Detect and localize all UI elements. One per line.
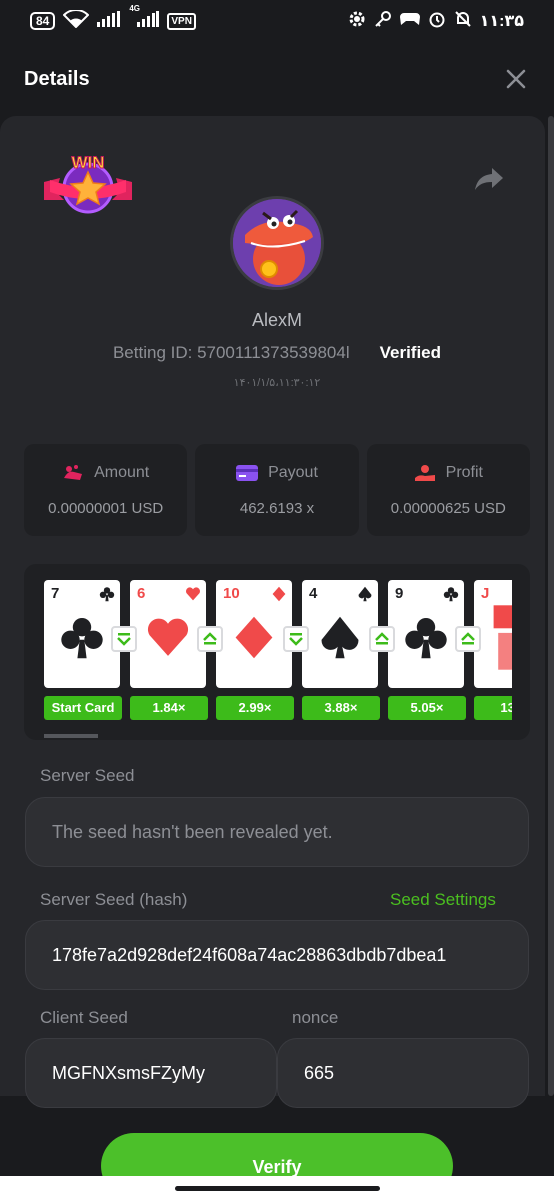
cards-track[interactable]: 7 Start Card 6 1.84× 10 2.99× 4 3.88× 9 5.05× J 13.… [44,580,512,720]
share-button[interactable] [474,166,506,194]
lower-arrow-icon [283,626,309,652]
lower-arrow-icon [111,626,137,652]
close-button[interactable] [502,65,530,93]
club-suit-icon [59,615,105,666]
server-seed-hash-field[interactable]: 178fe7a2d928def24f608a74ac28863dbdb7dbea… [25,920,529,990]
betting-info-row: Betting ID: 5700111373539804l Verified [0,343,554,363]
settings-icon [348,10,366,33]
bet-stats: Amount 0.00000001 USD Payout 462.6193 x … [24,444,530,536]
nonce-label: nonce [292,1008,339,1027]
spade-suit-icon [317,615,363,666]
stat-payout-head: Payout [236,464,318,482]
stat-value: 0.00000001 USD [48,499,164,517]
home-handle[interactable] [175,1186,380,1191]
alarm-icon [428,10,446,33]
club-small-icon [443,586,459,607]
higher-arrow-icon [197,626,223,652]
share-icon [475,168,503,190]
card-rank: 7 [51,585,60,602]
multiplier-label: 13.1 [474,696,512,720]
playing-card: 7 [44,580,120,688]
higher-arrow-icon [369,626,395,652]
gamepad-icon [399,11,420,32]
status-bar: 84 4G VPN ۱۱:۳۵ [0,0,554,42]
mute-icon [454,10,472,33]
server-seed-field[interactable]: The seed hasn't been revealed yet. [25,797,529,867]
details-header: Details [0,42,554,116]
jack-suit-icon [489,601,512,680]
avatar [230,196,324,290]
stat-profit-head: Profit [414,464,483,482]
higher-arrow-icon [455,626,481,652]
spade-small-icon [357,586,373,607]
server-seed-label: Server Seed [40,766,135,785]
club-suit-icon [403,615,449,666]
seed-settings-link[interactable]: Seed Settings [390,890,496,910]
card-item: 6 1.84× [130,580,208,720]
bet-datetime: ۱۴۰۱/۱/۵،۱۱:۳۰:۱۲ [233,377,321,389]
multiplier-label: 2.99× [216,696,294,720]
card-rank: 9 [395,585,404,602]
signal-4g-icon: 4G [129,4,160,32]
cards-scroll-indicator[interactable] [44,734,98,738]
verified-status: Verified [379,343,442,362]
cards-history[interactable]: 7 Start Card 6 1.84× 10 2.99× 4 3.88× 9 5.05× J 13.… [24,564,530,740]
profit-icon [414,464,435,481]
stat-payout: Payout 462.6193 x [195,444,359,536]
multiplier-label: 1.84× [130,696,208,720]
card-item: 9 5.05× [388,580,466,720]
nonce-field[interactable]: 665 [277,1038,529,1108]
wifi-icon [62,8,90,33]
stat-amount-head: Amount [62,464,149,482]
heart-suit-icon [145,615,191,666]
win-badge-icon: WIN [40,148,136,216]
card-rank: 10 [223,585,240,602]
playing-card: 10 [216,580,292,688]
status-right: ۱۱:۳۵ [348,10,524,33]
page-title: Details [24,67,90,90]
svg-text:WIN: WIN [71,153,104,172]
system-nav-bar [0,1176,554,1200]
diamond-small-icon [271,586,287,607]
stat-label: Profit [445,463,483,481]
status-left: 84 4G VPN [30,4,196,33]
playing-card: 4 [302,580,378,688]
card-rank: 4 [309,585,318,602]
key-icon [374,10,392,33]
club-small-icon [99,586,115,607]
signal-icon [97,10,121,32]
stat-value: 462.6193 x [239,499,315,517]
betting-id: Betting ID: 5700111373539804l [112,343,350,362]
playing-card: 6 [130,580,206,688]
card-item: 10 2.99× [216,580,294,720]
multiplier-label: 3.88× [302,696,380,720]
stat-amount: Amount 0.00000001 USD [24,444,188,536]
network-type: 4G [129,3,141,13]
card-item: 4 3.88× [302,580,380,720]
amount-icon [64,464,83,480]
username: AlexM [251,310,302,330]
server-seed-hash-label: Server Seed (hash) [40,890,188,909]
stat-value: 0.00000625 USD [390,499,506,517]
heart-small-icon [185,586,201,607]
card-rank: J [481,585,490,602]
crocodile-avatar-icon [233,199,321,287]
client-seed-field[interactable]: MGFNXsmsFZyMy [25,1038,277,1108]
clock-time: ۱۱:۳۵ [479,13,524,30]
multiplier-label: Start Card [44,696,122,720]
vpn-indicator: VPN [167,12,196,30]
scrollbar[interactable] [548,116,554,1096]
battery-indicator: 84 [30,12,56,30]
close-icon [506,69,526,89]
multiplier-label: 5.05× [388,696,466,720]
card-item: 7 Start Card [44,580,122,720]
playing-card: 9 [388,580,464,688]
client-seed-label: Client Seed [40,1008,128,1027]
stat-label: Amount [94,463,150,481]
stat-label: Payout [268,463,318,481]
card-rank: 6 [137,585,146,602]
card-icon [236,464,259,481]
diamond-suit-icon [231,615,277,666]
stat-profit: Profit 0.00000625 USD [366,444,530,536]
